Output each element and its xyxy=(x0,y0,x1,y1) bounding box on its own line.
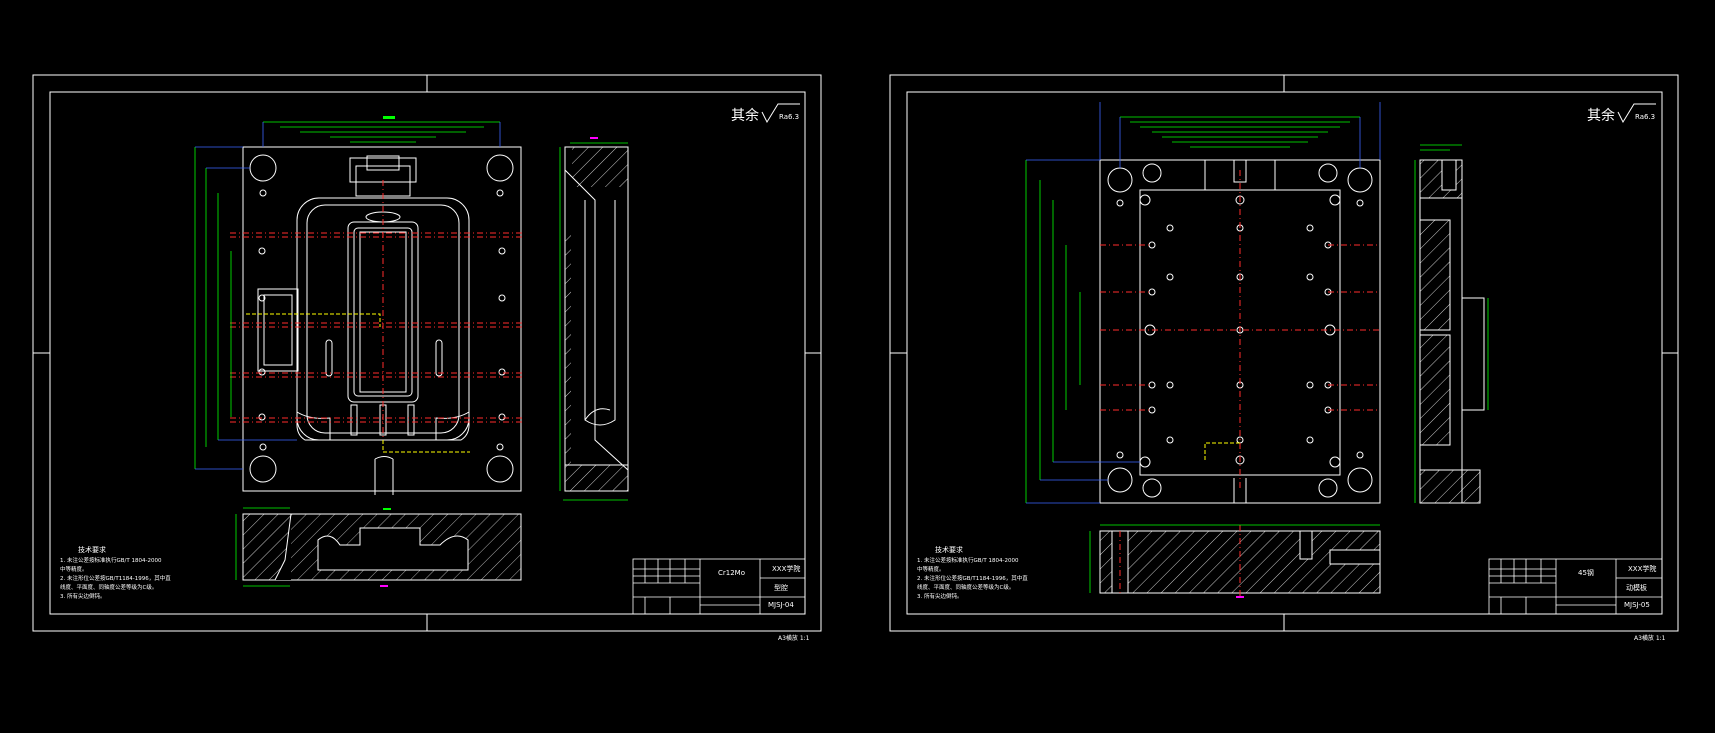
cad-drawing-canvas: 其余 Ra6.3 技术要求 1. 未注公差按标准执行GB/T 1804-2000… xyxy=(32,74,1679,642)
title-part-name: 型腔 xyxy=(774,583,788,592)
title-part-name: 动模板 xyxy=(1626,583,1647,592)
title-material: 45钢 xyxy=(1578,568,1594,577)
technical-notes: 技术要求 1. 未注公差按标准执行GB/T 1804-2000 中等精度。 2.… xyxy=(60,545,171,600)
roughness-value: Ra6.3 xyxy=(779,113,799,121)
cavity-side-section xyxy=(559,137,629,501)
notes-title: 技术要求 xyxy=(935,545,963,554)
title-school: XXX学院 xyxy=(772,564,800,573)
cavity-plan-view xyxy=(194,116,525,495)
scale-note: A3横放 1:1 xyxy=(1634,634,1666,642)
roughness-label: 其余 xyxy=(731,107,759,124)
title-material: Cr12Mo xyxy=(718,569,745,577)
plate-side-section xyxy=(1414,144,1489,504)
cavity-bottom-section xyxy=(235,507,522,587)
sheet-right: 其余 Ra6.3 技术要求 1. 未注公差按标准执行GB/T 1804-2000… xyxy=(889,74,1679,642)
roughness-symbol: 其余 Ra6.3 xyxy=(731,103,800,124)
roughness-value: Ra6.3 xyxy=(1635,113,1655,121)
roughness-symbol: 其余 Ra6.3 xyxy=(1587,103,1656,124)
plate-bottom-section xyxy=(1089,524,1381,599)
sheet-left: 其余 Ra6.3 技术要求 1. 未注公差按标准执行GB/T 1804-2000… xyxy=(32,74,822,642)
note-line: 1. 未注公差按标准执行GB/T 1804-2000 xyxy=(917,556,1019,564)
title-school: XXX学院 xyxy=(1628,564,1656,573)
title-drawing-no: MJSJ-05 xyxy=(1624,601,1650,609)
note-line: 1. 未注公差按标准执行GB/T 1804-2000 xyxy=(60,556,162,564)
note-line: 中等精度。 xyxy=(917,565,945,573)
note-line: 中等精度。 xyxy=(60,565,88,573)
title-drawing-no: MJSJ-04 xyxy=(768,601,794,609)
note-line: 线度、平面度、同轴度公差等级为C级。 xyxy=(917,583,1014,591)
notes-title: 技术要求 xyxy=(78,545,106,554)
scale-note: A3横放 1:1 xyxy=(778,634,810,642)
note-line: 2. 未注形位公差按GB/T1184-1996，其中直 xyxy=(917,574,1028,582)
note-line: 2. 未注形位公差按GB/T1184-1996，其中直 xyxy=(60,574,171,582)
note-line: 3. 所有尖边倒钝。 xyxy=(60,592,106,600)
roughness-label: 其余 xyxy=(1587,107,1615,124)
note-line: 线度、平面度、同轴度公差等级为C级。 xyxy=(60,583,157,591)
note-line: 3. 所有尖边倒钝。 xyxy=(917,592,963,600)
technical-notes: 技术要求 1. 未注公差按标准执行GB/T 1804-2000 中等精度。 2.… xyxy=(917,545,1028,600)
plate-plan-view xyxy=(1025,102,1381,504)
